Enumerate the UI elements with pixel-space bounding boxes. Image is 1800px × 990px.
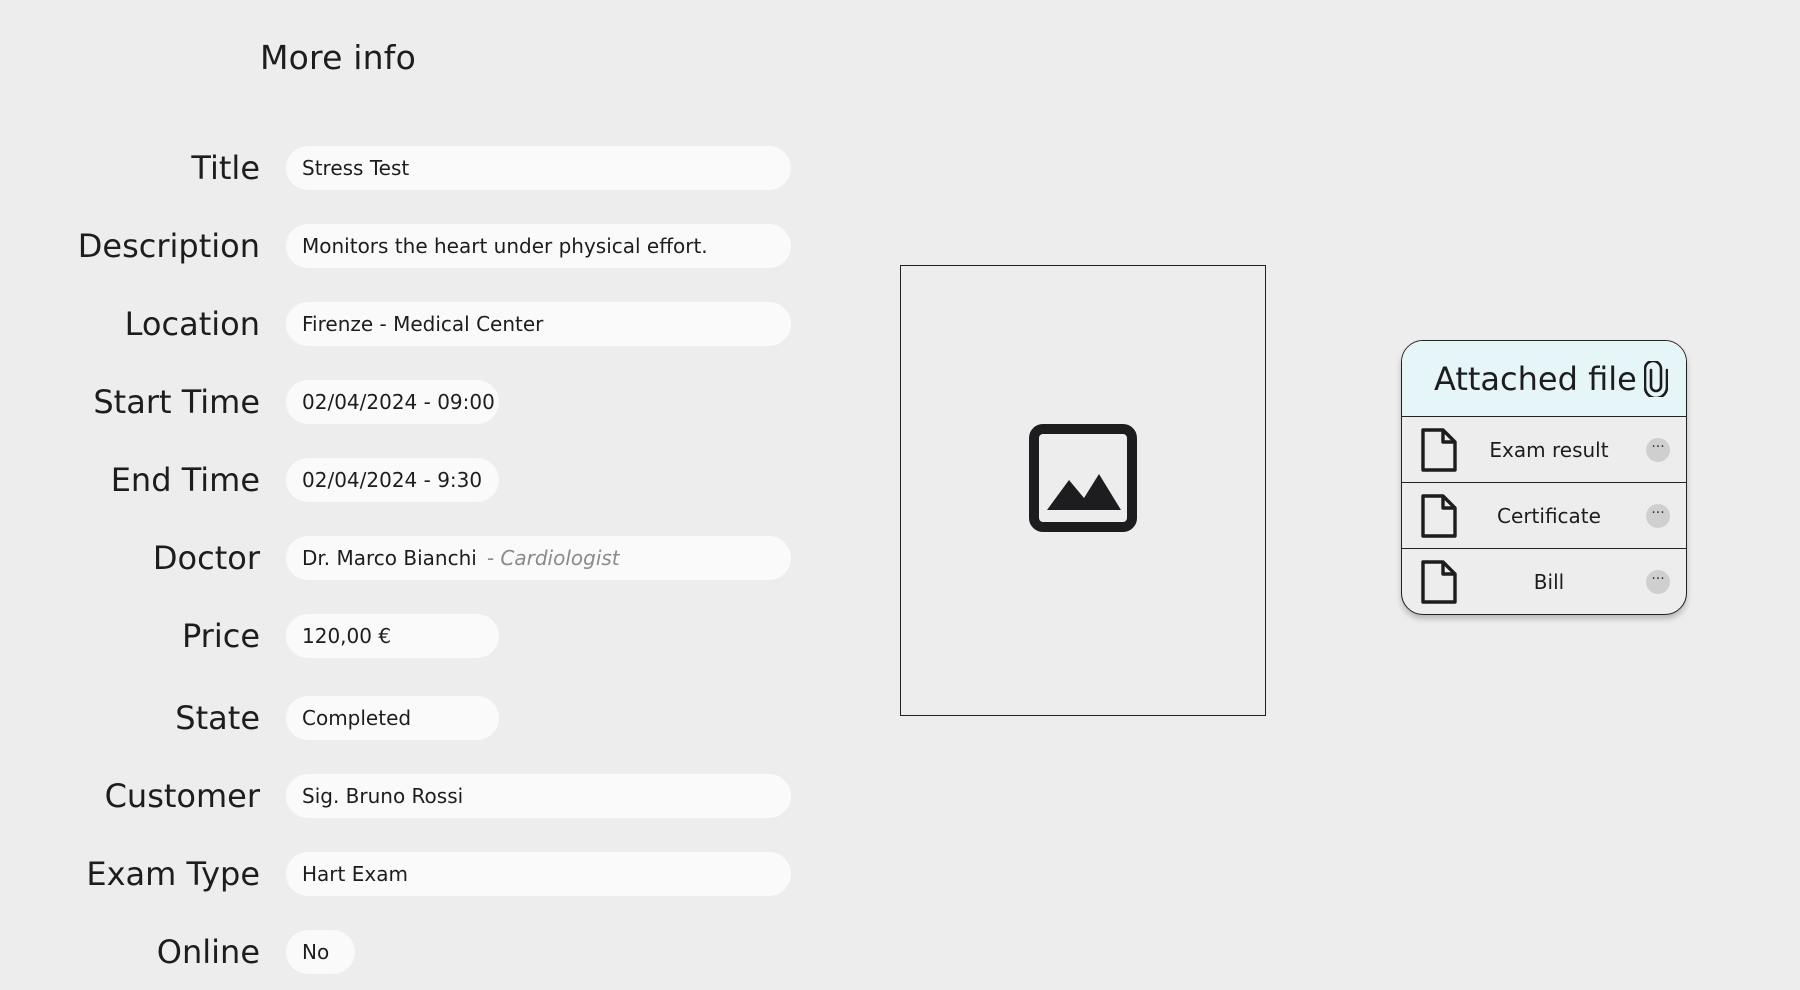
customer-label: Customer bbox=[104, 777, 260, 815]
start-time-row: Start Time 02/04/2024 - 09:00 bbox=[0, 379, 800, 425]
price-field[interactable]: 120,00 € bbox=[286, 614, 499, 658]
attached-file-name: Bill bbox=[1533, 570, 1565, 594]
attached-files-header: Attached file bbox=[1402, 341, 1686, 417]
online-label: Online bbox=[156, 933, 260, 971]
online-field[interactable]: No bbox=[286, 930, 355, 974]
doctor-specialty: - Cardiologist bbox=[486, 546, 620, 570]
title-row: Title Stress Test bbox=[0, 145, 800, 191]
attached-file-row[interactable]: Exam result ··· bbox=[1402, 417, 1686, 483]
state-row: State Completed bbox=[0, 695, 800, 741]
file-more-button[interactable]: ··· bbox=[1646, 438, 1670, 462]
file-icon bbox=[1421, 494, 1457, 538]
location-row: Location Firenze - Medical Center bbox=[0, 301, 800, 347]
exam-type-label: Exam Type bbox=[86, 855, 260, 893]
customer-field[interactable]: Sig. Bruno Rossi bbox=[286, 774, 791, 818]
end-time-field[interactable]: 02/04/2024 - 9:30 bbox=[286, 458, 499, 502]
doctor-row: Doctor Dr. Marco Bianchi - Cardiologist bbox=[0, 535, 800, 581]
exam-type-row: Exam Type Hart Exam bbox=[0, 851, 800, 897]
attached-file-name: Certificate bbox=[1497, 504, 1601, 528]
doctor-label: Doctor bbox=[152, 539, 260, 577]
image-icon bbox=[1029, 424, 1137, 532]
image-placeholder[interactable] bbox=[900, 265, 1266, 716]
paperclip-icon[interactable] bbox=[1644, 361, 1668, 397]
title-field[interactable]: Stress Test bbox=[286, 146, 791, 190]
file-more-button[interactable]: ··· bbox=[1646, 504, 1670, 528]
start-time-field[interactable]: 02/04/2024 - 09:00 bbox=[286, 380, 499, 424]
title-label: Title bbox=[191, 149, 260, 187]
location-field[interactable]: Firenze - Medical Center bbox=[286, 302, 791, 346]
description-field[interactable]: Monitors the heart under physical effort… bbox=[286, 224, 791, 268]
location-label: Location bbox=[124, 305, 260, 343]
description-row: Description Monitors the heart under phy… bbox=[0, 223, 800, 269]
doctor-field[interactable]: Dr. Marco Bianchi - Cardiologist bbox=[286, 536, 791, 580]
customer-row: Customer Sig. Bruno Rossi bbox=[0, 773, 800, 819]
state-label: State bbox=[175, 699, 260, 737]
exam-type-field[interactable]: Hart Exam bbox=[286, 852, 791, 896]
online-row: Online No bbox=[0, 929, 800, 975]
end-time-row: End Time 02/04/2024 - 9:30 bbox=[0, 457, 800, 503]
price-label: Price bbox=[181, 617, 260, 655]
file-icon bbox=[1421, 560, 1457, 604]
file-icon bbox=[1421, 428, 1457, 472]
attached-file-row[interactable]: Certificate ··· bbox=[1402, 483, 1686, 549]
state-field[interactable]: Completed bbox=[286, 696, 499, 740]
page-title: More info bbox=[260, 38, 416, 77]
description-label: Description bbox=[77, 227, 260, 265]
attached-file-row[interactable]: Bill ··· bbox=[1402, 549, 1686, 614]
attached-files-title: Attached file bbox=[1434, 360, 1637, 398]
price-row: Price 120,00 € bbox=[0, 613, 800, 659]
file-more-button[interactable]: ··· bbox=[1646, 570, 1670, 594]
attached-file-name: Exam result bbox=[1489, 438, 1609, 462]
doctor-name: Dr. Marco Bianchi bbox=[302, 546, 477, 570]
end-time-label: End Time bbox=[110, 461, 260, 499]
start-time-label: Start Time bbox=[93, 383, 260, 421]
attached-files-card: Attached file Exam result ··· Certificat… bbox=[1401, 340, 1687, 615]
